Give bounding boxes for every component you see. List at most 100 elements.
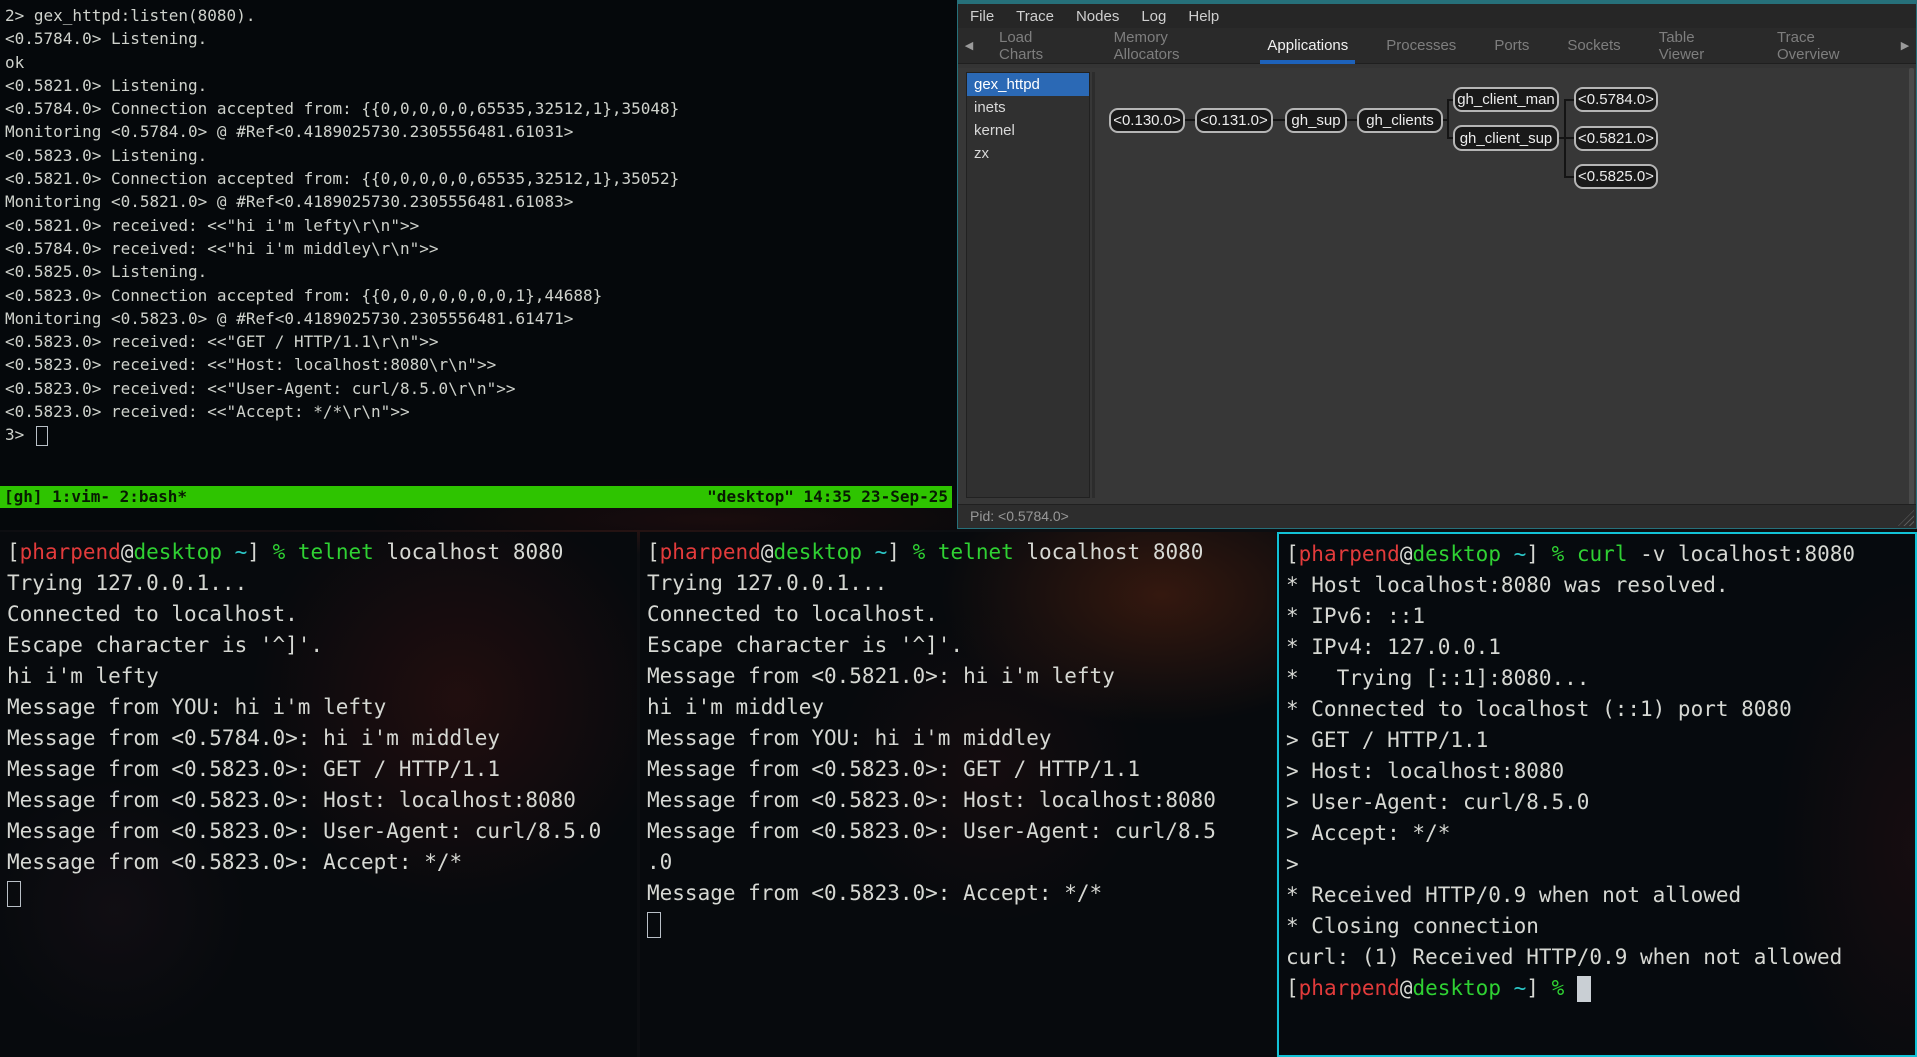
graph-edge [1185, 119, 1195, 121]
process-node-gh_sup[interactable]: gh_sup [1285, 108, 1347, 133]
terminal-text: > GET / HTTP/1.1 [1286, 728, 1488, 752]
tab-trace-overview[interactable]: Trace Overview [1758, 28, 1894, 64]
terminal-text: > User-Agent: curl/8.5.0 [1286, 790, 1589, 814]
telnet-middley-terminal[interactable]: [pharpend@desktop ~] % telnet localhost … [640, 532, 1276, 1057]
terminal-line: .0 [647, 847, 1276, 878]
tmux-session-windows[interactable]: [gh] 1:vim- 2:bash* [4, 486, 187, 508]
terminal-line: * IPv6: ::1 [1286, 601, 1915, 632]
menu-help[interactable]: Help [1188, 8, 1219, 25]
terminal-text: * Received HTTP/0.9 when not allowed [1286, 883, 1741, 907]
menu-trace[interactable]: Trace [1016, 8, 1054, 25]
tab-load-charts[interactable]: Load Charts [980, 28, 1095, 64]
terminal-line: Connected to localhost. [7, 599, 637, 630]
terminal-text: pharpend [1299, 976, 1400, 1000]
terminal-line: Message from <0.5823.0>: GET / HTTP/1.1 [647, 754, 1276, 785]
terminal-text: desktop [1412, 542, 1501, 566]
terminal-line: <0.5823.0> Listening. [5, 144, 957, 167]
terminal-line: <0.5823.0> received: <<"User-Agent: curl… [5, 377, 957, 400]
graph-scrollbar[interactable] [1909, 68, 1914, 508]
terminal-line: <0.5823.0> received: <<"Accept: */*\r\n"… [5, 400, 957, 423]
tmux-host-clock: "desktop" 14:35 23-Sep-25 [707, 486, 948, 508]
terminal-text: ] [1526, 976, 1551, 1000]
application-list: gex_httpdinetskernelzx [966, 72, 1090, 498]
resize-grip[interactable] [1898, 510, 1914, 526]
terminal-text: .0 [647, 850, 672, 874]
process-node-0.131.0[interactable]: <0.131.0> [1195, 108, 1273, 133]
erlang-shell-terminal[interactable]: 2> gex_httpd:listen(8080).<0.5784.0> Lis… [0, 0, 957, 530]
terminal-line: <0.5821.0> Listening. [5, 74, 957, 97]
terminal-line: Message from <0.5823.0>: User-Agent: cur… [7, 816, 637, 847]
terminal-text: Connected to localhost. [7, 602, 298, 626]
terminal-text: pharpend [20, 540, 121, 564]
terminal-text: Connected to localhost. [647, 602, 938, 626]
terminal-text: Message from <0.5784.0>: hi i'm middley [7, 726, 500, 750]
terminal-text: desktop [1412, 976, 1501, 1000]
terminal-line: [pharpend@desktop ~] % telnet localhost … [7, 537, 637, 568]
terminal-line: <0.5823.0> received: <<"GET / HTTP/1.1\r… [5, 330, 957, 353]
app-item-kernel[interactable]: kernel [967, 119, 1089, 142]
tab-scroll-right-icon[interactable]: ▶ [1894, 39, 1916, 52]
tab-memory-allocators[interactable]: Memory Allocators [1095, 28, 1249, 64]
tab-table-viewer[interactable]: Table Viewer [1640, 28, 1758, 64]
terminal-text: [ [7, 540, 20, 564]
terminal-text: * IPv6: ::1 [1286, 604, 1425, 628]
terminal-text: % [273, 540, 298, 564]
terminal-line: [pharpend@desktop ~] % curl -v localhost… [1286, 539, 1915, 570]
terminal-text [1501, 542, 1514, 566]
app-item-inets[interactable]: inets [967, 96, 1089, 119]
terminal-line: [pharpend@desktop ~] % [1286, 973, 1915, 1004]
menu-file[interactable]: File [970, 8, 994, 25]
menu-log[interactable]: Log [1141, 8, 1166, 25]
tab-sockets[interactable]: Sockets [1548, 28, 1639, 64]
terminal-text: Message from <0.5821.0>: hi i'm lefty [647, 664, 1115, 688]
terminal-text: Message from <0.5823.0>: GET / HTTP/1.1 [647, 757, 1140, 781]
terminal-text: <0.5784.0> Connection accepted from: {{0… [5, 99, 679, 118]
terminal-text: <0.5784.0> received: <<"hi i'm middley\r… [5, 239, 438, 258]
terminal-line: Trying 127.0.0.1... [7, 568, 637, 599]
terminal-line: * Trying [::1]:8080... [1286, 663, 1915, 694]
terminal-line: Escape character is '^]'. [647, 630, 1276, 661]
process-node-0.5821.0[interactable]: <0.5821.0> [1574, 126, 1658, 151]
process-node-0.5825.0[interactable]: <0.5825.0> [1574, 164, 1658, 189]
terminal-text: <0.5823.0> received: <<"GET / HTTP/1.1\r… [5, 332, 438, 351]
terminal-text: % [913, 540, 938, 564]
terminal-line: > Host: localhost:8080 [1286, 756, 1915, 787]
terminal-line: > GET / HTTP/1.1 [1286, 725, 1915, 756]
terminal-line: <0.5784.0> Connection accepted from: {{0… [5, 97, 957, 120]
terminal-text: @ [121, 540, 134, 564]
terminal-text: <0.5825.0> Listening. [5, 262, 207, 281]
terminal-text: % [1552, 976, 1577, 1000]
process-node-gh_clients[interactable]: gh_clients [1357, 108, 1443, 133]
terminal-text: Message from <0.5823.0>: Accept: */* [647, 881, 1102, 905]
tab-scroll-left-icon[interactable]: ◀ [958, 39, 980, 52]
tab-applications[interactable]: Applications [1248, 28, 1367, 64]
terminal-text: hi i'm lefty [7, 664, 159, 688]
terminal-text: pharpend [660, 540, 761, 564]
terminal-line: * Host localhost:8080 was resolved. [1286, 570, 1915, 601]
app-item-zx[interactable]: zx [967, 142, 1089, 165]
terminal-text: [ [1286, 976, 1299, 1000]
terminal-text: Message from <0.5823.0>: GET / HTTP/1.1 [7, 757, 500, 781]
terminal-line: Message from YOU: hi i'm middley [647, 723, 1276, 754]
curl-terminal-focused[interactable]: [pharpend@desktop ~] % curl -v localhost… [1277, 532, 1917, 1057]
terminal-line: 2> gex_httpd:listen(8080). [5, 4, 957, 27]
terminal-text: @ [1400, 542, 1413, 566]
terminal-line: Message from <0.5823.0>: Host: localhost… [647, 785, 1276, 816]
process-node-0.130.0[interactable]: <0.130.0> [1109, 108, 1185, 133]
terminal-line: Message from <0.5823.0>: Accept: */* [7, 847, 637, 878]
process-node-gh_client_sup[interactable]: gh_client_sup [1453, 125, 1559, 151]
terminal-line: <0.5784.0> Listening. [5, 27, 957, 50]
menu-nodes[interactable]: Nodes [1076, 8, 1119, 25]
graph-edge [1564, 137, 1574, 139]
telnet-lefty-terminal[interactable]: [pharpend@desktop ~] % telnet localhost … [0, 532, 637, 1057]
process-node-0.5784.0[interactable]: <0.5784.0> [1574, 87, 1658, 112]
terminal-text: [ [1286, 542, 1299, 566]
process-node-gh_client_man[interactable]: gh_client_man [1453, 87, 1559, 112]
tab-processes[interactable]: Processes [1367, 28, 1475, 64]
terminal-text: localhost 8080 [1014, 540, 1204, 564]
terminal-line [7, 878, 637, 909]
tab-ports[interactable]: Ports [1475, 28, 1548, 64]
app-item-gex_httpd[interactable]: gex_httpd [967, 73, 1089, 96]
terminal-cursor [7, 881, 21, 907]
terminal-text: [ [647, 540, 660, 564]
